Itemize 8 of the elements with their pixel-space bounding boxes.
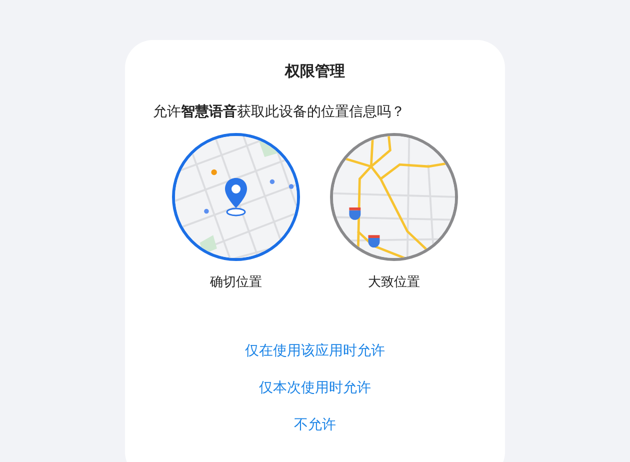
permission-action-link[interactable]: 仅在使用该应用时允许 [245,340,385,362]
permission-action-link[interactable]: 仅本次使用时允许 [259,377,371,399]
permission-question: 允许智慧语音获取此设备的位置信息吗？ [153,103,406,121]
option-label: 确切位置 [210,274,262,291]
option-label: 大致位置 [368,274,420,291]
permission-action-link[interactable]: 不允许 [294,414,336,436]
dialog-title: 权限管理 [284,62,346,81]
location-pin-icon [224,177,248,217]
